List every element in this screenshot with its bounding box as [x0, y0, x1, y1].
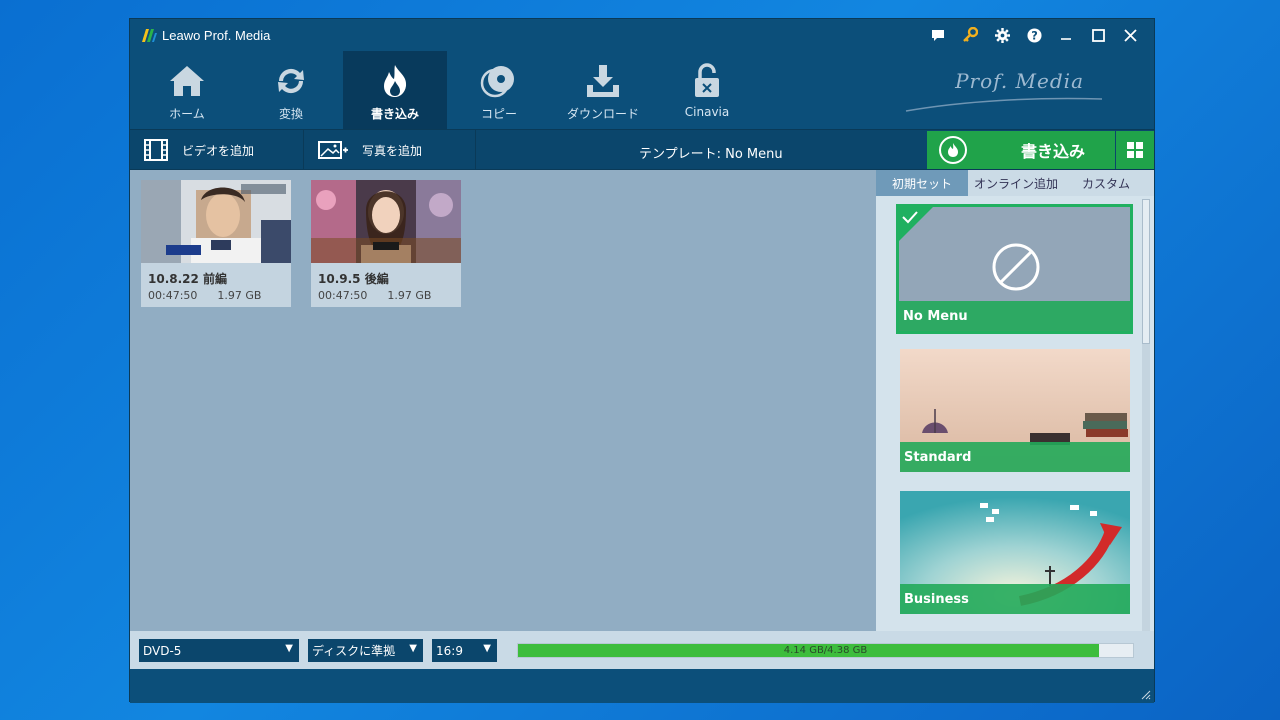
no-menu-icon	[992, 243, 1040, 291]
video-thumbnail	[141, 180, 291, 263]
video-thumbnail	[311, 180, 461, 263]
burn-button-label: 書き込み	[1021, 142, 1086, 161]
video-duration: 00:47:50	[148, 289, 198, 302]
burn-icon	[384, 65, 407, 97]
disc-type-select[interactable]: DVD-5 ▼	[139, 639, 299, 662]
disc-capacity-bar: 4.14 GB/4.38 GB	[517, 643, 1134, 658]
add-photo-label: 写真を追加	[362, 143, 423, 158]
help-icon[interactable]: ?	[1018, 19, 1050, 51]
quality-value: ディスクに準拠	[312, 644, 396, 658]
video-item[interactable]: 10.9.5 後編 00:47:50 1.97 GB	[311, 180, 461, 307]
resize-grip-icon[interactable]	[1139, 688, 1151, 700]
scrollbar-thumb[interactable]	[1142, 199, 1150, 344]
capacity-text: 4.14 GB/4.38 GB	[783, 645, 868, 656]
home-icon	[170, 66, 204, 96]
film-icon	[144, 139, 168, 161]
layout-grid-icon	[1127, 142, 1143, 158]
template-label: No Menu	[899, 301, 1130, 331]
video-item[interactable]: 10.8.22 前編 00:47:50 1.97 GB	[141, 180, 291, 307]
minimize-icon[interactable]	[1050, 19, 1082, 51]
brand-swoosh	[905, 97, 1103, 112]
layout-toggle-button[interactable]	[1116, 131, 1154, 169]
tab-online-add[interactable]: オンライン追加	[968, 170, 1064, 196]
disc-copy-icon	[480, 66, 514, 98]
nav-home[interactable]: ホーム	[135, 51, 239, 129]
toolbar: ビデオを追加 写真を追加 テンプレート: No Menu 書き込み	[130, 129, 1154, 170]
quality-select[interactable]: ディスクに準拠 ▼	[308, 639, 423, 662]
download-icon	[587, 65, 619, 97]
app-window: Leawo Prof. Media ? ホーム 変換 書き込み コピー ダウンロ…	[129, 18, 1155, 703]
convert-icon	[278, 68, 304, 94]
tab-custom[interactable]: カスタム	[1064, 170, 1148, 196]
checkmark-icon	[899, 207, 933, 241]
chevron-down-icon: ▼	[483, 643, 491, 654]
tab-default-set[interactable]: 初期セット	[876, 170, 968, 196]
gear-icon[interactable]	[986, 19, 1018, 51]
maximize-icon[interactable]	[1082, 19, 1114, 51]
template-tabs: 初期セット オンライン追加 カスタム	[876, 170, 1154, 196]
template-label: テンプレート: No Menu	[639, 147, 783, 162]
template-label: Business	[900, 584, 1130, 614]
nav-burn-label: 書き込み	[370, 107, 419, 121]
nav-convert-label: 変換	[278, 107, 303, 121]
template-scrollbar[interactable]	[1142, 199, 1150, 631]
nav-download[interactable]: ダウンロード	[551, 51, 655, 129]
disc-type-value: DVD-5	[143, 643, 182, 658]
nav-download-label: ダウンロード	[566, 107, 639, 121]
add-photo-button[interactable]: 写真を追加	[304, 130, 476, 170]
nav-home-label: ホーム	[169, 107, 205, 121]
video-size: 1.97 GB	[217, 289, 262, 302]
template-no-menu[interactable]: No Menu	[896, 204, 1133, 334]
nav-convert[interactable]: 変換	[239, 51, 343, 129]
unlock-icon	[695, 63, 719, 97]
video-list-area: 10.8.22 前編 00:47:50 1.97 GB 10.9.5 後編 00…	[130, 170, 876, 631]
add-video-button[interactable]: ビデオを追加	[130, 130, 304, 170]
video-duration: 00:47:50	[318, 289, 368, 302]
chevron-down-icon: ▼	[409, 643, 417, 654]
nav-cinavia-label: Cinavia	[684, 105, 730, 119]
svg-text:?: ?	[1031, 29, 1038, 42]
app-title: Leawo Prof. Media	[162, 28, 271, 43]
burn-button[interactable]: 書き込み	[927, 131, 1115, 169]
aspect-select[interactable]: 16:9 ▼	[432, 639, 497, 662]
nav-cinavia[interactable]: Cinavia	[655, 51, 759, 129]
template-business[interactable]: Business	[900, 491, 1130, 614]
brand-text: Prof. Media	[955, 69, 1084, 93]
video-title: 10.8.22 前編	[148, 272, 228, 286]
status-bar	[130, 669, 1154, 703]
brand-logo: Prof. Media	[904, 69, 1104, 119]
chevron-down-icon: ▼	[285, 643, 293, 654]
key-icon[interactable]	[954, 19, 986, 51]
title-bar: Leawo Prof. Media ?	[130, 19, 1154, 51]
template-label: Standard	[900, 442, 1130, 472]
burn-button-icon	[939, 136, 967, 164]
chat-icon[interactable]	[922, 19, 954, 51]
aspect-value: 16:9	[436, 643, 463, 658]
bottom-bar: DVD-5 ▼ ディスクに準拠 ▼ 16:9 ▼ 4.14 GB/4.38 GB	[130, 631, 1154, 669]
nav-burn[interactable]: 書き込み	[343, 51, 447, 129]
photo-add-icon	[318, 141, 348, 159]
video-meta: 00:47:50 1.97 GB	[318, 289, 431, 302]
add-video-label: ビデオを追加	[182, 143, 255, 158]
nav-copy[interactable]: コピー	[447, 51, 551, 129]
close-icon[interactable]	[1114, 19, 1146, 51]
video-title: 10.9.5 後編	[318, 272, 389, 286]
main-nav: ホーム 変換 書き込み コピー ダウンロード Cinavia Prof. Med…	[130, 51, 1154, 129]
video-meta: 00:47:50 1.97 GB	[148, 289, 261, 302]
template-standard[interactable]: Standard	[900, 349, 1130, 472]
app-logo-icon	[142, 29, 157, 42]
video-size: 1.97 GB	[387, 289, 432, 302]
nav-copy-label: コピー	[480, 107, 517, 121]
template-sidebar: 初期セット オンライン追加 カスタム No Menu Standard Busi…	[876, 170, 1154, 631]
